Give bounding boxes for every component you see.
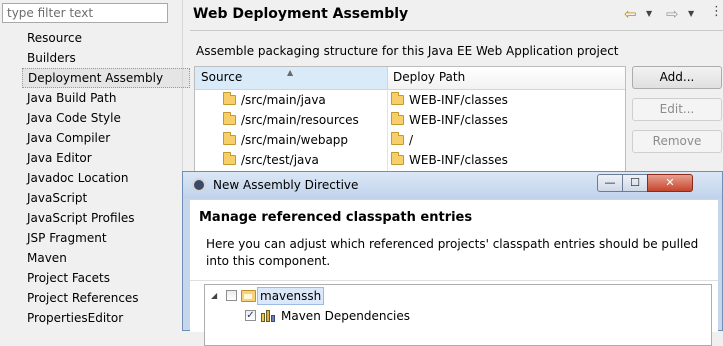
folder-icon	[391, 92, 404, 105]
deploy-path-cell: /	[391, 130, 413, 150]
folder-icon	[223, 92, 236, 105]
maven-dependencies-checkbox[interactable]: ✓	[245, 310, 256, 321]
nav-item-java-compiler[interactable]: Java Compiler	[22, 128, 190, 148]
deploy-path-column-header[interactable]: Deploy Path	[387, 67, 625, 89]
deploy-path: WEB-INF/classes	[409, 93, 508, 107]
source-path: /src/main/resources	[241, 113, 359, 127]
dialog-separator	[190, 280, 718, 281]
nav-item-maven[interactable]: Maven	[22, 248, 190, 268]
source-path: /src/main/java	[241, 93, 326, 107]
source-path: /src/test/java	[241, 153, 319, 167]
new-assembly-directive-dialog: New Assembly Directive — ☐ ✕ Manage refe…	[182, 171, 723, 346]
folder-icon	[223, 112, 236, 125]
deploy-path: /	[409, 133, 414, 147]
folder-icon	[391, 132, 404, 145]
back-arrow-icon[interactable]: ⇦	[624, 6, 637, 22]
edit-button[interactable]: Edit...	[632, 98, 722, 121]
forward-dropdown-icon[interactable]: ▼	[688, 6, 694, 22]
nav-item-javascript[interactable]: JavaScript	[22, 188, 190, 208]
table-body: /src/main/java WEB-INF/classes/src/main/r…	[195, 90, 625, 170]
table-header: Source ▲ Deploy Path	[195, 67, 625, 90]
nav-item-project-references[interactable]: Project References	[22, 288, 190, 308]
view-menu-icon[interactable]: ⋮	[710, 4, 723, 20]
remove-button[interactable]: Remove	[632, 130, 722, 153]
collapse-triangle-icon[interactable]: ◢	[211, 287, 217, 305]
source-cell: /src/main/webapp	[223, 130, 348, 150]
folder-icon	[391, 152, 404, 165]
back-dropdown-icon[interactable]: ▼	[646, 6, 652, 22]
nav-item-jsp-fragment[interactable]: JSP Fragment	[22, 228, 190, 248]
nav-item-propertieseditor[interactable]: PropertiesEditor	[22, 308, 190, 328]
nav-item-builders[interactable]: Builders	[22, 48, 190, 68]
page-title: Web Deployment Assembly	[193, 6, 409, 22]
source-cell: /src/test/java	[223, 150, 319, 170]
dialog-heading: Manage referenced classpath entries	[199, 210, 473, 225]
nav-item-java-build-path[interactable]: Java Build Path	[22, 88, 190, 108]
source-cell: /src/main/java	[223, 90, 326, 110]
dialog-body: Manage referenced classpath entries Here…	[190, 200, 718, 346]
page-description: Assemble packaging structure for this Ja…	[196, 44, 619, 58]
deploy-path-cell: WEB-INF/classes	[391, 90, 508, 110]
deploy-header-label: Deploy Path	[393, 70, 466, 84]
table-row[interactable]: /src/main/java WEB-INF/classes	[195, 90, 625, 110]
dialog-titlebar[interactable]: New Assembly Directive — ☐ ✕	[183, 172, 722, 199]
dialog-title: New Assembly Directive	[213, 178, 359, 192]
nav-item-resource[interactable]: Resource	[22, 28, 190, 48]
source-header-label: Source	[201, 70, 243, 84]
source-column-header[interactable]: Source ▲	[195, 67, 388, 89]
folder-icon	[223, 152, 236, 165]
title-rule	[190, 30, 723, 31]
source-path: /src/main/webapp	[241, 133, 349, 147]
sort-ascending-icon: ▲	[287, 68, 294, 77]
project-label: mavenssh	[257, 287, 325, 305]
table-row[interactable]: /src/main/resources WEB-INF/classes	[195, 110, 625, 130]
nav-item-javascript-profiles[interactable]: JavaScript Profiles	[22, 208, 190, 228]
nav-item-project-facets[interactable]: Project Facets	[22, 268, 190, 288]
maven-dependencies-label: Maven Dependencies	[281, 309, 411, 323]
folder-icon	[391, 112, 404, 125]
source-cell: /src/main/resources	[223, 110, 359, 130]
tree-row-project[interactable]: ◢ mavenssh	[205, 287, 505, 305]
tree-row-maven-dependencies[interactable]: ✓ Maven Dependencies	[205, 307, 505, 325]
add-button[interactable]: Add...	[632, 66, 722, 89]
deploy-path-cell: WEB-INF/classes	[391, 110, 508, 130]
nav-item-deployment-assembly[interactable]: Deployment Assembly	[22, 68, 190, 88]
deploy-path-cell: WEB-INF/classes	[391, 150, 508, 170]
close-button[interactable]: ✕	[647, 174, 693, 192]
table-row[interactable]: /src/main/webapp /	[195, 130, 625, 150]
maximize-button[interactable]: ☐	[622, 174, 648, 192]
table-row[interactable]: /src/test/java WEB-INF/classes	[195, 150, 625, 170]
nav-item-javadoc-location[interactable]: Javadoc Location	[22, 168, 190, 188]
project-checkbox[interactable]	[226, 290, 237, 301]
dialog-description: Here you can adjust which referenced pro…	[206, 237, 699, 268]
assembly-table: Source ▲ Deploy Path /src/main/java WEB-I…	[194, 66, 626, 174]
classpath-tree: ◢ mavenssh ✓ Maven Dependencies	[204, 284, 712, 346]
folder-icon	[223, 132, 236, 145]
deploy-path: WEB-INF/classes	[409, 113, 508, 127]
forward-arrow-icon[interactable]: ⇨	[666, 6, 679, 22]
library-icon	[261, 310, 277, 322]
nav-item-java-code-style[interactable]: Java Code Style	[22, 108, 190, 128]
nav-item-java-editor[interactable]: Java Editor	[22, 148, 190, 168]
project-folder-icon	[241, 290, 256, 302]
deploy-path: WEB-INF/classes	[409, 153, 508, 167]
eclipse-icon	[192, 178, 206, 192]
minimize-button[interactable]: —	[597, 174, 623, 192]
filter-input[interactable]: type filter text	[2, 3, 168, 23]
preference-tree: Resource Builders Deployment Assembly Java …	[22, 28, 190, 328]
